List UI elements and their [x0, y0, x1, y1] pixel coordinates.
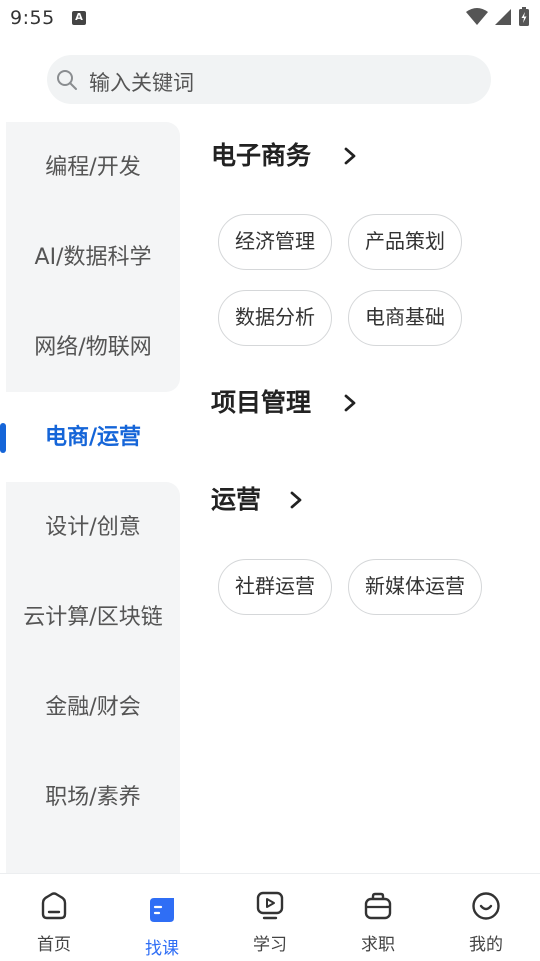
section-title-project-management[interactable]: 项目管理 [211, 387, 311, 419]
signal-icon [495, 9, 511, 25]
chevron-right-icon[interactable] [343, 147, 357, 165]
nav-profile[interactable]: 我的 [432, 874, 540, 961]
tag-community-operations[interactable]: 社群运营 [218, 559, 332, 615]
category-item-network-iot[interactable]: 网络/物联网 [0, 333, 186, 363]
chevron-right-icon[interactable] [289, 491, 303, 509]
nav-label-find-course: 找课 [145, 939, 179, 959]
search-placeholder: 输入关键词 [89, 71, 194, 95]
category-item-design-creative[interactable]: 设计/创意 [0, 513, 186, 543]
battery-icon [519, 7, 529, 26]
find-course-icon [150, 898, 174, 922]
nav-label-job: 求职 [361, 935, 395, 955]
nav-job[interactable]: 求职 [324, 874, 432, 961]
nav-study[interactable]: 学习 [216, 874, 324, 961]
nav-home[interactable]: 首页 [0, 874, 108, 961]
home-icon [41, 892, 67, 920]
bottom-nav: 首页 找课 学习 求职 我的 [0, 873, 540, 961]
status-time: 9:55 [10, 7, 55, 29]
category-item-programming[interactable]: 编程/开发 [0, 153, 186, 183]
category-item-workplace-skills[interactable]: 职场/素养 [0, 783, 186, 813]
tag-ecommerce-basics[interactable]: 电商基础 [348, 290, 462, 346]
category-item-cloud-blockchain[interactable]: 云计算/区块链 [0, 603, 186, 633]
category-item-finance-accounting[interactable]: 金融/财会 [0, 693, 186, 723]
tag-data-analysis[interactable]: 数据分析 [218, 290, 332, 346]
search-input[interactable]: 输入关键词 [47, 55, 491, 104]
nav-label-home: 首页 [37, 935, 71, 955]
status-bar: 9:55 A [0, 0, 540, 36]
job-icon [364, 892, 392, 920]
nav-label-profile: 我的 [469, 935, 503, 955]
notification-icon: A [72, 11, 86, 25]
tag-product-planning[interactable]: 产品策划 [348, 214, 462, 270]
search-icon [57, 70, 77, 90]
category-item-ai-data-science[interactable]: AI/数据科学 [0, 243, 186, 273]
status-icons [466, 6, 530, 28]
section-title-ecommerce[interactable]: 电子商务 [211, 140, 311, 172]
tag-economic-management[interactable]: 经济管理 [218, 214, 332, 270]
nav-label-study: 学习 [253, 935, 287, 955]
tag-new-media-operations[interactable]: 新媒体运营 [348, 559, 482, 615]
wifi-icon [466, 8, 488, 25]
chevron-right-icon[interactable] [343, 394, 357, 412]
nav-find-course[interactable]: 找课 [108, 874, 216, 961]
study-icon [256, 891, 284, 920]
section-title-operations[interactable]: 运营 [211, 484, 261, 516]
profile-icon [472, 892, 500, 920]
category-item-ecommerce-operations[interactable]: 电商/运营 [0, 423, 186, 453]
